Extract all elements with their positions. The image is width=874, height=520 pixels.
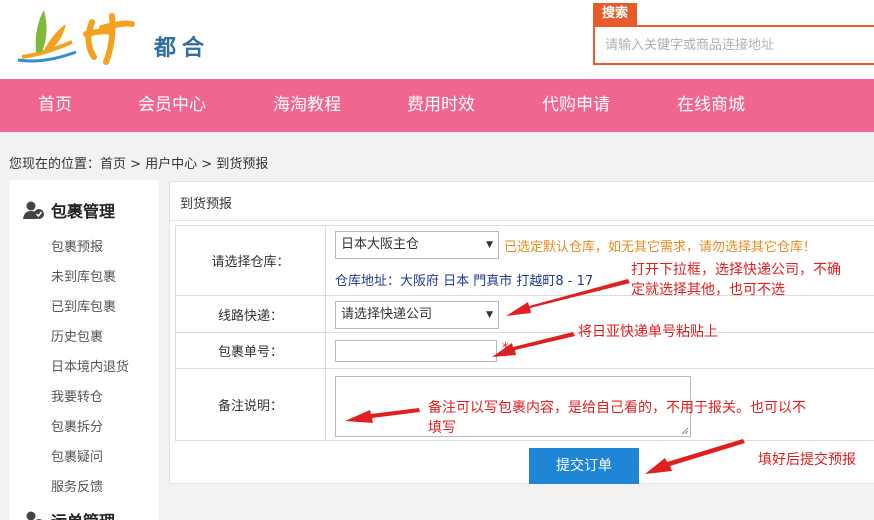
- remark-label: 备注说明：: [176, 369, 326, 440]
- header: 都合 搜索: [0, 0, 874, 79]
- sidebar-item-not-arrived[interactable]: 未到库包裹: [51, 266, 116, 285]
- annotation-submit: 填好后提交预报: [758, 452, 856, 468]
- user-icon: [23, 201, 44, 219]
- resize-handle-icon[interactable]: [681, 427, 689, 435]
- forecast-panel: 到货预报 请选择仓库： 日本大阪主仓 ▼ 已选定默认仓库，如无其它需求，请勿选择…: [169, 181, 874, 484]
- panel-title: 到货预报: [180, 197, 233, 212]
- warehouse-warning: 已选定默认仓库，如无其它需求，请勿选择其它仓库！: [504, 240, 817, 255]
- sidebar-item-feedback[interactable]: 服务反馈: [51, 476, 103, 495]
- sidebar-item-package-forecast[interactable]: 包裹预报: [51, 236, 103, 255]
- annotation-express-line2: 定就选择其他，也可不选: [631, 282, 785, 298]
- warehouse-address: 仓库地址：大阪府 日本 門真市 打越町8 - 17: [335, 274, 594, 289]
- site-logo[interactable]: 都合: [14, 2, 214, 72]
- dropdown-arrow-icon: ▼: [486, 240, 493, 250]
- logo-sail-icon: [17, 10, 135, 65]
- warehouse-label: 请选择仓库：: [176, 226, 326, 295]
- breadcrumb: 您现在的位置：首页 > 用户中心 > 到货预报: [9, 157, 269, 172]
- search-label: 搜索: [593, 3, 637, 25]
- annotation-tracking: 将日亚快递单号粘贴上: [578, 324, 718, 340]
- sidebar-item-package-question[interactable]: 包裹疑问: [51, 446, 103, 465]
- sidebar-item-split-package[interactable]: 包裹拆分: [51, 416, 103, 435]
- tracking-label: 包裹单号：: [176, 333, 326, 368]
- sidebar-item-history[interactable]: 历史包裹: [51, 326, 103, 345]
- express-select[interactable]: 请选择快递公司 ▼: [335, 301, 499, 329]
- sidebar-section-title: 运单管理: [51, 508, 115, 520]
- sidebar-item-domestic-return[interactable]: 日本境内退货: [51, 356, 129, 375]
- divider: [170, 220, 874, 221]
- sidebar-section-title: 包裹管理: [51, 202, 116, 221]
- express-row: 线路快递： 请选择快递公司 ▼: [175, 295, 874, 333]
- nav-fees[interactable]: 费用时效: [407, 79, 475, 132]
- required-mark: *: [502, 341, 509, 356]
- sidebar-item-transfer-warehouse[interactable]: 我要转仓: [51, 386, 103, 405]
- annotation-express-line1: 打开下拉框，选择快递公司，不确: [631, 262, 841, 278]
- nav-haitao-guide[interactable]: 海淘教程: [273, 79, 341, 132]
- tracking-row: 包裹单号： *: [175, 332, 874, 369]
- dropdown-arrow-icon: ▼: [486, 310, 493, 320]
- search-box[interactable]: [593, 25, 874, 65]
- express-label: 线路快递：: [176, 296, 326, 332]
- user-icon: [26, 511, 42, 520]
- search-input[interactable]: [595, 27, 874, 63]
- annotation-remark-line2: 填写: [428, 420, 456, 436]
- warehouse-select[interactable]: 日本大阪主仓 ▼: [335, 231, 499, 259]
- nav-online-mall[interactable]: 在线商城: [677, 79, 745, 132]
- sidebar-item-arrived[interactable]: 已到库包裹: [51, 296, 116, 315]
- sidebar: 包裹管理 包裹预报 未到库包裹 已到库包裹 历史包裹 日本境内退货 我要转仓 包…: [9, 180, 159, 520]
- warehouse-select-value: 日本大阪主仓: [341, 237, 420, 252]
- nav-home[interactable]: 首页: [38, 79, 72, 132]
- logo-text: 都合: [154, 35, 211, 61]
- nav-purchase-request[interactable]: 代购申请: [542, 79, 610, 132]
- tracking-number-input[interactable]: [335, 340, 497, 362]
- express-select-value: 请选择快递公司: [341, 307, 433, 322]
- annotation-remark-line1: 备注可以写包裹内容，是给自己看的，不用于报关。也可以不: [428, 400, 806, 416]
- nav-member-center[interactable]: 会员中心: [138, 79, 206, 132]
- submit-order-button[interactable]: 提交订单: [529, 448, 639, 484]
- main-nav: 首页 会员中心 海淘教程 费用时效 代购申请 在线商城: [0, 79, 874, 132]
